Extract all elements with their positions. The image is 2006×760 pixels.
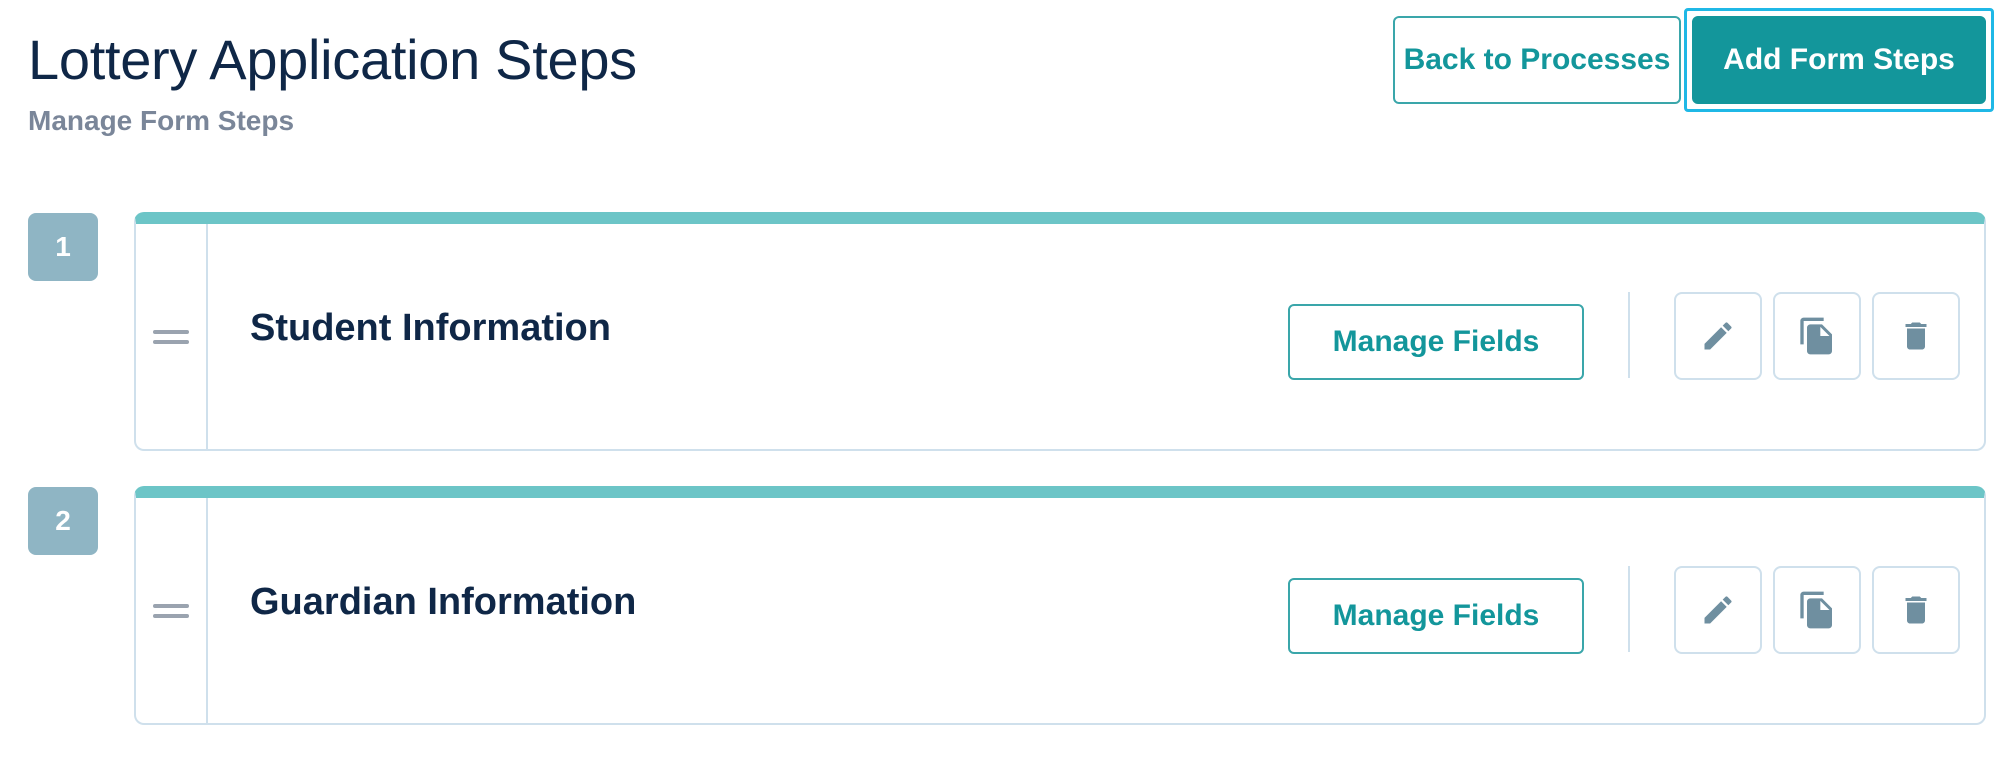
drag-handle-icon[interactable] [136,498,208,723]
step-title: Guardian Information [250,581,637,623]
copy-icon [1800,591,1832,629]
form-step-card: Student Information Manage Fields [134,212,1986,451]
copy-icon [1800,317,1832,355]
manage-fields-button[interactable]: Manage Fields [1288,304,1584,380]
form-steps-list: 1 Student Information Manage Fields 2 Gu… [28,212,1988,760]
form-step-row: 1 Student Information Manage Fields [28,212,1988,452]
duplicate-step-button[interactable] [1773,566,1861,654]
pencil-icon [1704,596,1732,624]
page-title: Lottery Application Steps [28,28,637,91]
action-divider [1628,292,1630,378]
duplicate-step-button[interactable] [1773,292,1861,380]
action-divider [1628,566,1630,652]
step-title: Student Information [250,307,611,349]
form-step-row: 2 Guardian Information Manage Fields [28,486,1988,726]
delete-step-button[interactable] [1872,292,1960,380]
manage-fields-button[interactable]: Manage Fields [1288,578,1584,654]
page-header: Lottery Application Steps Manage Form St… [28,22,637,138]
edit-step-button[interactable] [1674,566,1762,654]
header-actions: Back to Processes Add Form Steps [1393,8,1994,112]
add-form-steps-focus-ring: Add Form Steps [1684,8,1994,112]
delete-step-button[interactable] [1872,566,1960,654]
pencil-icon [1704,322,1732,350]
drag-handle-icon[interactable] [136,224,208,449]
edit-step-button[interactable] [1674,292,1762,380]
step-number-badge: 1 [28,213,98,281]
trash-icon [1905,322,1927,350]
trash-icon [1905,596,1927,624]
back-to-processes-button[interactable]: Back to Processes [1393,16,1681,104]
add-form-steps-button[interactable]: Add Form Steps [1692,16,1986,104]
step-number-badge: 2 [28,487,98,555]
page-subtitle: Manage Form Steps [28,105,295,136]
form-step-card: Guardian Information Manage Fields [134,486,1986,725]
